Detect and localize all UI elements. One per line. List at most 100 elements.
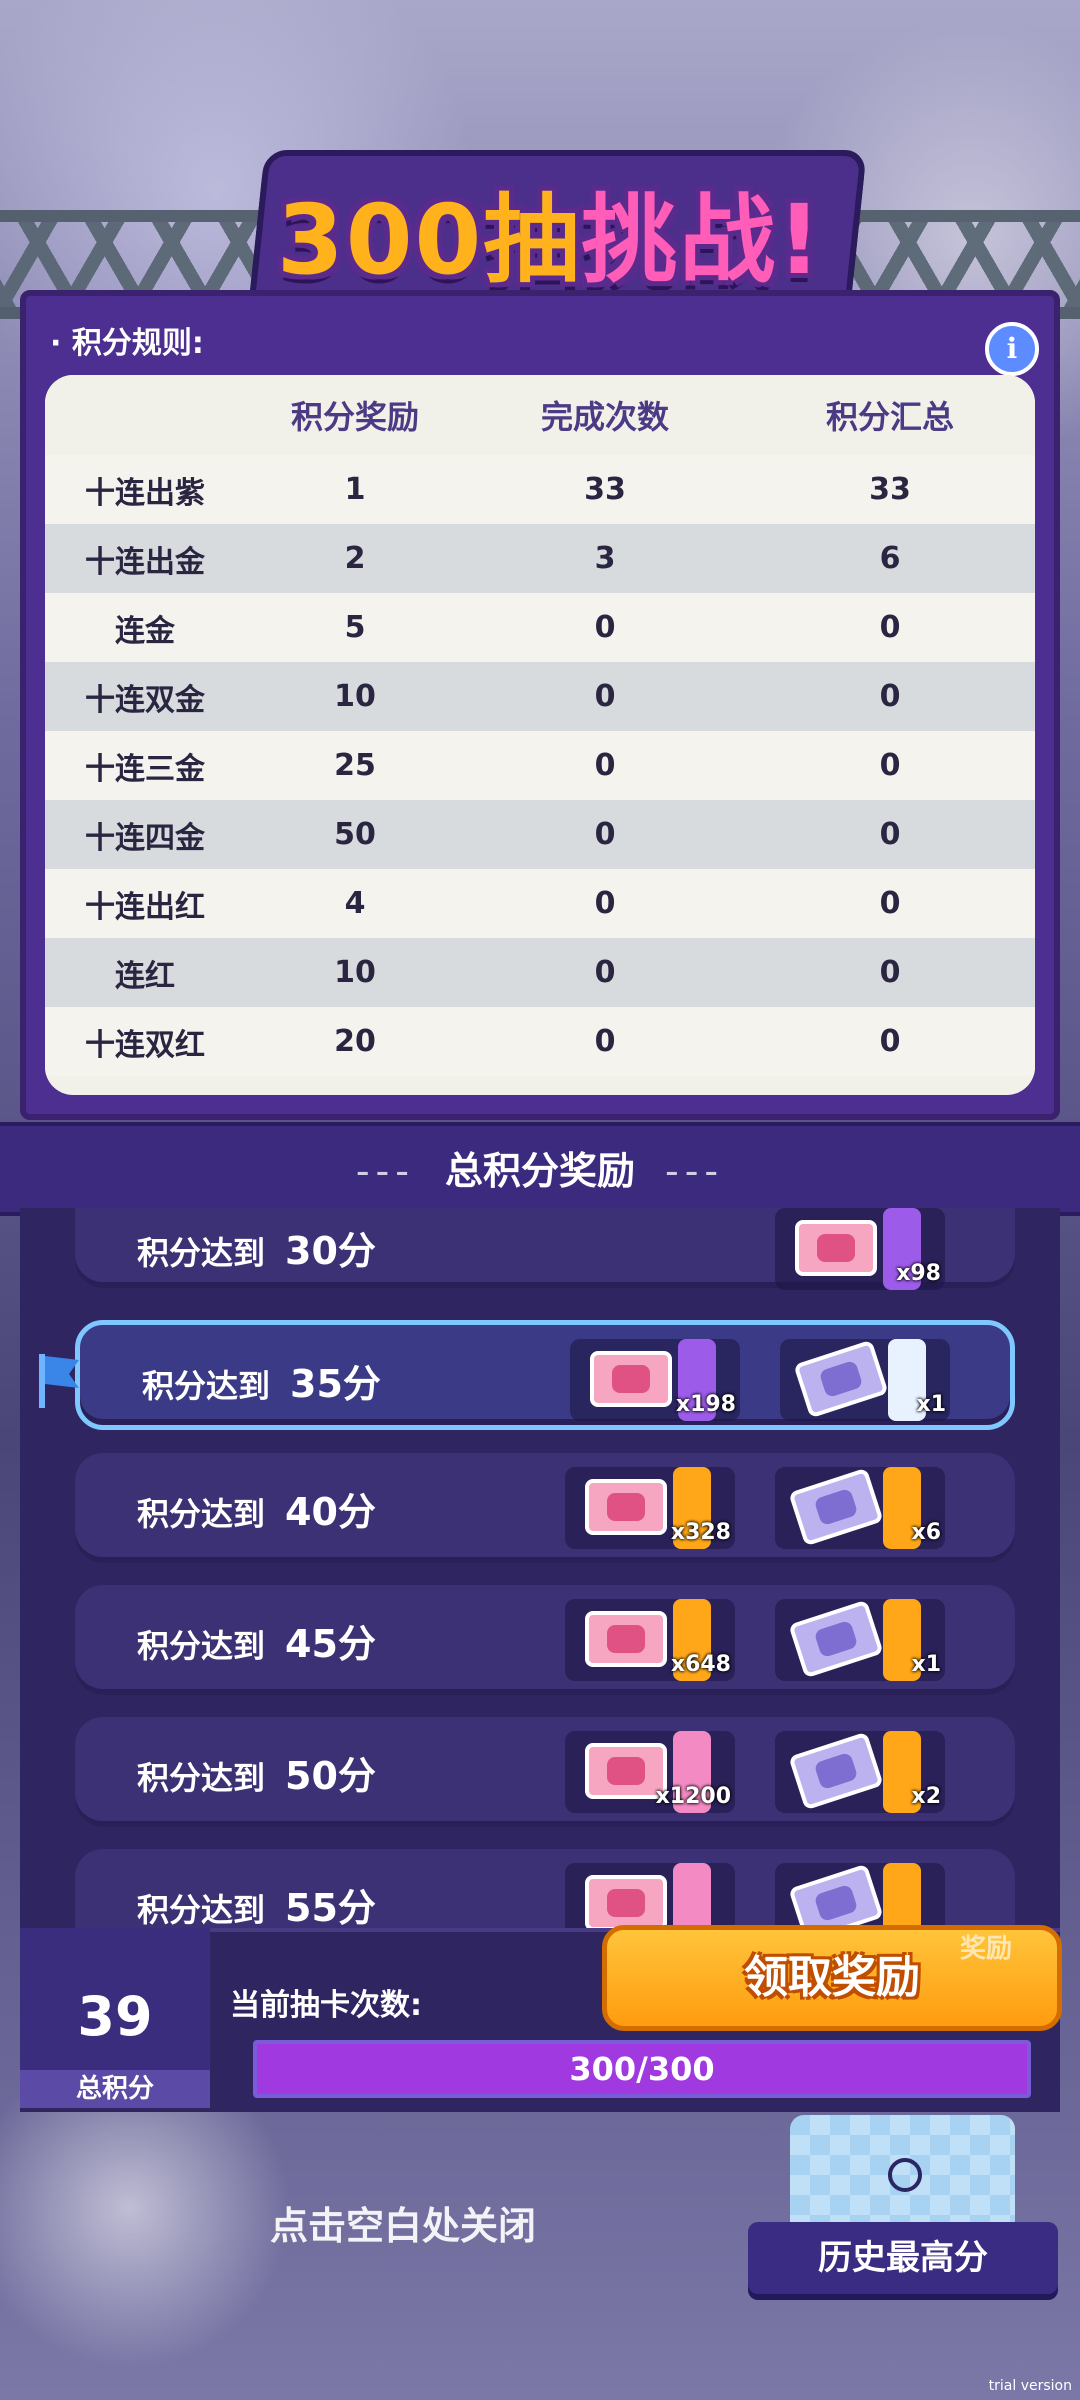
reward-score: 30分	[285, 1229, 376, 1273]
ticket-icon	[788, 1863, 884, 1928]
claim-reward-tag: 奖励	[960, 1934, 1013, 1964]
reward-item[interactable]: x98	[775, 1208, 945, 1290]
reward-score: 40分	[285, 1490, 376, 1534]
reward-row-50: 积分达到 50分 x1200 x2	[75, 1717, 1015, 1827]
watermark: trial version	[988, 2378, 1072, 2394]
row-points: 4	[344, 886, 366, 921]
table-row: 十连双金 10 0 0	[45, 662, 1035, 731]
flag-icon	[39, 1354, 79, 1408]
item-quantity: x98	[896, 1261, 941, 1286]
reward-item[interactable]: x328	[565, 1467, 735, 1549]
ticket-icon	[585, 1611, 667, 1667]
reward-score: 55分	[285, 1886, 376, 1928]
item-quantity: x648	[670, 1652, 731, 1677]
ticket-icon	[795, 1220, 877, 1276]
item-quantity: x1	[911, 1652, 942, 1677]
reward-row-30: 积分达到 30分 x98	[75, 1208, 1015, 1290]
row-total: 0	[879, 748, 901, 783]
row-count: 0	[594, 886, 616, 921]
header-total: 积分汇总	[825, 398, 954, 436]
rules-label: · 积分规则:	[50, 326, 204, 361]
tap-to-close-hint[interactable]: 点击空白处关闭	[270, 2195, 536, 2250]
title-main: 300抽	[276, 184, 582, 296]
row-points: 2	[344, 541, 366, 576]
table-row: 十连三金 25 0 0	[45, 731, 1035, 800]
item-quantity: x2	[911, 1784, 942, 1809]
row-name: 十连出紫	[85, 475, 205, 511]
reward-item[interactable]: x198	[570, 1339, 740, 1421]
row-count: 0	[594, 1024, 616, 1059]
reward-item[interactable]	[565, 1863, 735, 1928]
rules-table: 积分奖励 完成次数 积分汇总 十连出紫 1 33 33 十连出金 2 3 6 连…	[45, 375, 1035, 1095]
row-count: 0	[594, 610, 616, 645]
ticket-icon	[788, 1731, 884, 1811]
page-title: 300抽挑战!	[260, 175, 840, 305]
row-points: 1	[344, 472, 366, 507]
total-score-label: 总积分	[20, 2070, 210, 2108]
row-points: 25	[334, 748, 376, 783]
item-quantity: x198	[675, 1392, 736, 1417]
rarity-tag	[883, 1863, 921, 1928]
table-row: 十连出红 4 0 0	[45, 869, 1035, 938]
row-count: 0	[594, 817, 616, 852]
row-points: 20	[334, 1024, 376, 1059]
row-name: 十连三金	[85, 751, 205, 787]
row-name: 十连出金	[85, 544, 205, 580]
reward-item[interactable]	[775, 1863, 945, 1928]
row-points: 10	[334, 955, 376, 990]
reward-row-45: 积分达到 45分 x648 x1	[75, 1585, 1015, 1695]
reward-row-35: 积分达到 35分 x198 x1	[75, 1320, 1015, 1430]
table-row: 十连出金 2 3 6	[45, 524, 1035, 593]
reward-row-55: 积分达到 55分	[75, 1849, 1015, 1928]
reward-score: 45分	[285, 1622, 376, 1666]
reward-label: 积分达到	[142, 1367, 271, 1405]
draw-progress-bar: 300/300	[253, 2040, 1031, 2098]
row-name: 连红	[115, 958, 175, 994]
rewards-list[interactable]: 积分达到 30分 x98 积分达到 35分 x198 x1 积分达到 40分 x…	[20, 1208, 1060, 1928]
table-header: 积分奖励 完成次数 积分汇总	[45, 375, 1035, 455]
row-points: 10	[334, 679, 376, 714]
row-total: 0	[879, 610, 901, 645]
row-count: 0	[594, 955, 616, 990]
row-total: 33	[869, 472, 911, 507]
reward-score: 50分	[285, 1754, 376, 1798]
title-accent: 挑战!	[581, 184, 824, 296]
ticket-icon	[793, 1339, 889, 1419]
row-name: 连金	[115, 613, 175, 649]
item-quantity: x6	[911, 1520, 942, 1545]
reward-row-40: 积分达到 40分 x328 x6	[75, 1453, 1015, 1563]
reward-label: 积分达到	[137, 1627, 266, 1665]
row-total: 0	[879, 679, 901, 714]
row-points: 50	[334, 817, 376, 852]
reward-label: 积分达到	[137, 1759, 266, 1797]
ticket-icon	[585, 1875, 667, 1928]
ticket-icon	[788, 1467, 884, 1547]
row-total: 6	[879, 541, 901, 576]
reward-score: 35分	[290, 1362, 381, 1406]
total-score-value: 39	[77, 1985, 153, 2048]
row-total: 0	[879, 1024, 901, 1059]
rarity-tag	[673, 1863, 711, 1928]
table-row: 十连出紫 1 33 33	[45, 455, 1035, 524]
draw-count-label: 当前抽卡次数:	[230, 1988, 422, 2023]
info-icon[interactable]: i	[985, 322, 1039, 376]
row-points: 5	[344, 610, 366, 645]
item-quantity: x328	[670, 1520, 731, 1545]
row-count: 0	[594, 748, 616, 783]
reward-item[interactable]: x6	[775, 1467, 945, 1549]
reward-item[interactable]: x2	[775, 1731, 945, 1813]
item-quantity: x1	[916, 1392, 947, 1417]
row-total: 0	[879, 817, 901, 852]
reward-item[interactable]: x1200	[565, 1731, 735, 1813]
table-row: 连金 5 0 0	[45, 593, 1035, 662]
reward-item[interactable]: x648	[565, 1599, 735, 1681]
reward-item[interactable]: x1	[775, 1599, 945, 1681]
history-high-score-button[interactable]: 历史最高分	[748, 2222, 1058, 2294]
table-row: 连红 10 0 0	[45, 938, 1035, 1007]
row-name: 十连四金	[85, 820, 205, 856]
row-count: 33	[584, 472, 626, 507]
progress-text: 300/300	[569, 2050, 715, 2088]
reward-item[interactable]: x1	[780, 1339, 950, 1421]
row-count: 0	[594, 679, 616, 714]
ticket-icon	[585, 1479, 667, 1535]
